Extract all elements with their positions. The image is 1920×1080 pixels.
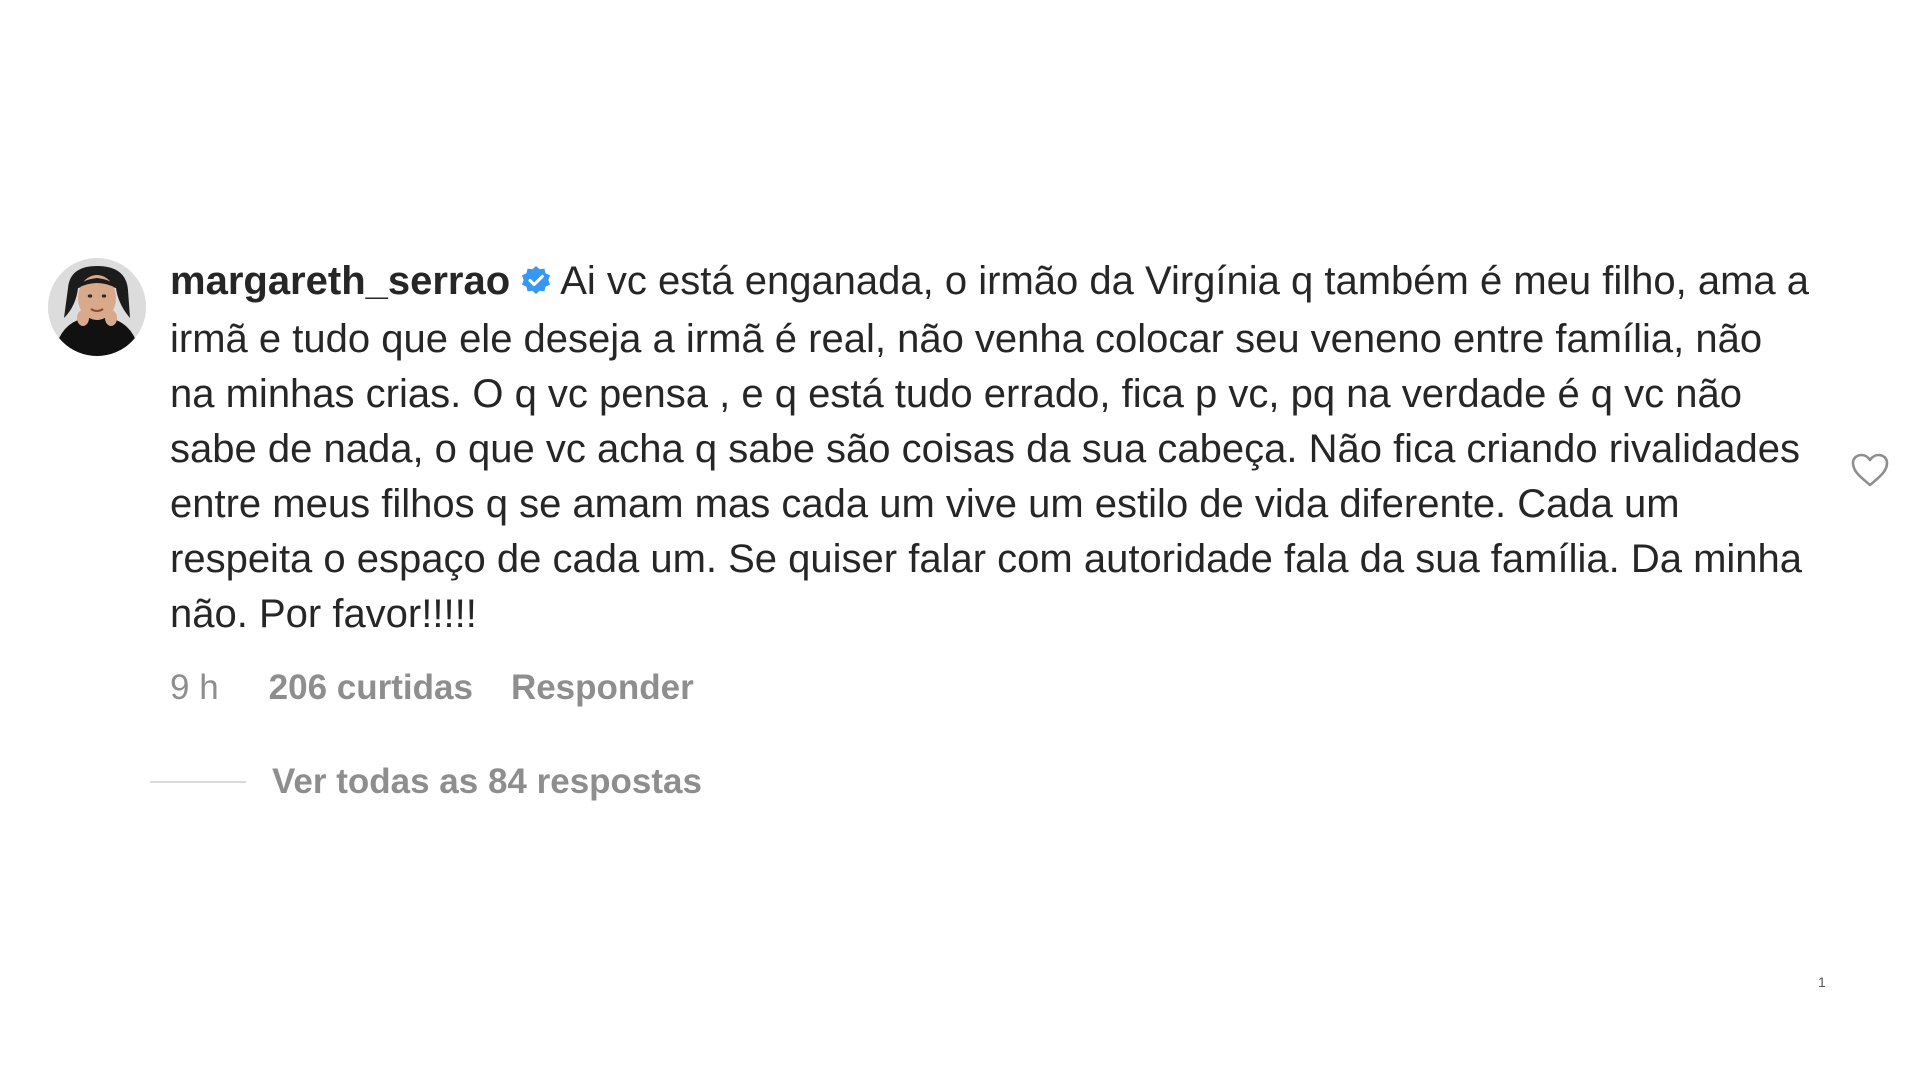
comment: margareth_serrao Ai vc está enganada, o i… — [48, 258, 1890, 707]
likes-count[interactable]: 206 curtidas — [269, 668, 473, 708]
view-replies-label: Ver todas as 84 respostas — [272, 762, 702, 801]
avatar-image — [48, 258, 146, 356]
page-number: 1 — [1818, 974, 1826, 990]
comment-text: Ai vc está enganada, o irmão da Virgínia… — [170, 259, 1810, 636]
comment-time: 9 h — [170, 668, 219, 707]
reply-button[interactable]: Responder — [511, 668, 694, 708]
verified-badge-icon — [520, 257, 552, 312]
heart-outline-icon[interactable] — [1850, 452, 1890, 488]
comment-body: margareth_serrao Ai vc está enganada, o i… — [170, 258, 1810, 708]
replies-divider — [150, 781, 246, 783]
comment-content: margareth_serrao Ai vc está enganada, o i… — [170, 254, 1810, 642]
view-replies-button[interactable]: Ver todas as 84 respostas — [150, 762, 702, 802]
avatar[interactable] — [48, 258, 146, 356]
username[interactable]: margareth_serrao — [170, 259, 510, 303]
comment-meta: 9 h 206 curtidas Responder — [170, 668, 1810, 708]
